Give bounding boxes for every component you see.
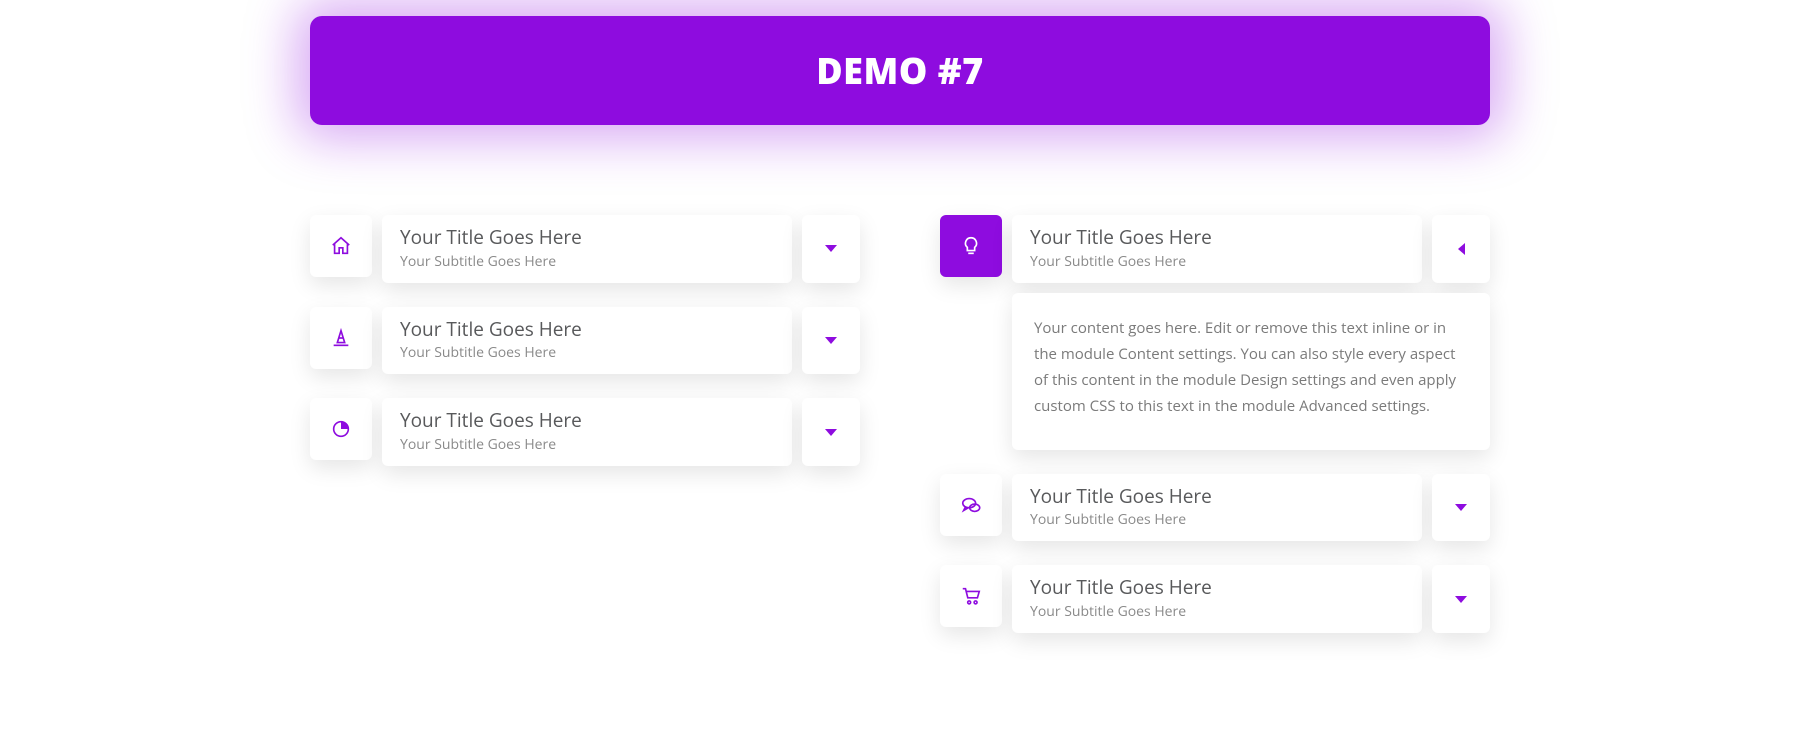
accordion-item: Your Title Goes Here Your Subtitle Goes … [940,474,1490,542]
accordion-title: Your Title Goes Here [400,225,774,250]
accordion-content: Your content goes here. Edit or remove t… [1012,293,1490,450]
accordion-header[interactable]: Your Title Goes Here Your Subtitle Goes … [382,215,792,283]
accordion-title: Your Title Goes Here [400,317,774,342]
accordion-title: Your Title Goes Here [1030,225,1404,250]
accordion-title: Your Title Goes Here [1030,575,1404,600]
accordion-subtitle: Your Subtitle Goes Here [1030,602,1404,621]
accordion-header[interactable]: Your Title Goes Here Your Subtitle Goes … [382,307,792,375]
accordion-title: Your Title Goes Here [400,408,774,433]
content-spacer [940,293,1002,450]
chevron-down-icon [1455,596,1467,603]
right-column: Your Title Goes Here Your Subtitle Goes … [940,215,1490,633]
accordion-item: Your Title Goes Here Your Subtitle Goes … [310,215,860,283]
accordion-toggle-button[interactable] [802,215,860,283]
accordion-body-text: Your content goes here. Edit or remove t… [1034,318,1456,417]
accordion-subtitle: Your Subtitle Goes Here [1030,510,1404,529]
banner-title: DEMO #7 [816,46,983,95]
accordion-toggle-button[interactable] [1432,565,1490,633]
accordion-toggle-button[interactable] [802,398,860,466]
accordion-header[interactable]: Your Title Goes Here Your Subtitle Goes … [1012,565,1422,633]
accordion-columns: Your Title Goes Here Your Subtitle Goes … [310,215,1490,633]
chevron-down-icon [825,429,837,436]
chevron-left-icon [1458,243,1465,255]
cone-icon [310,307,372,369]
accordion-header[interactable]: Your Title Goes Here Your Subtitle Goes … [1012,474,1422,542]
home-icon [310,215,372,277]
accordion-toggle-button[interactable] [1432,215,1490,283]
accordion-subtitle: Your Subtitle Goes Here [1030,252,1404,271]
chevron-down-icon [825,245,837,252]
accordion-subtitle: Your Subtitle Goes Here [400,343,774,362]
accordion-subtitle: Your Subtitle Goes Here [400,252,774,271]
chevron-down-icon [825,337,837,344]
chevron-down-icon [1455,504,1467,511]
lightbulb-icon [940,215,1002,277]
accordion-subtitle: Your Subtitle Goes Here [400,435,774,454]
pie-chart-icon [310,398,372,460]
accordion-header[interactable]: Your Title Goes Here Your Subtitle Goes … [382,398,792,466]
accordion-item: Your Title Goes Here Your Subtitle Goes … [310,307,860,375]
accordion-title: Your Title Goes Here [1030,484,1404,509]
accordion-item: Your Title Goes Here Your Subtitle Goes … [310,398,860,466]
accordion-toggle-button[interactable] [1432,474,1490,542]
accordion-header[interactable]: Your Title Goes Here Your Subtitle Goes … [1012,215,1422,283]
accordion-toggle-button[interactable] [802,307,860,375]
cart-icon [940,565,1002,627]
accordion-item-open: Your Title Goes Here Your Subtitle Goes … [940,215,1490,450]
page-banner: DEMO #7 [310,16,1490,125]
chat-icon [940,474,1002,536]
left-column: Your Title Goes Here Your Subtitle Goes … [310,215,860,633]
accordion-item: Your Title Goes Here Your Subtitle Goes … [940,565,1490,633]
